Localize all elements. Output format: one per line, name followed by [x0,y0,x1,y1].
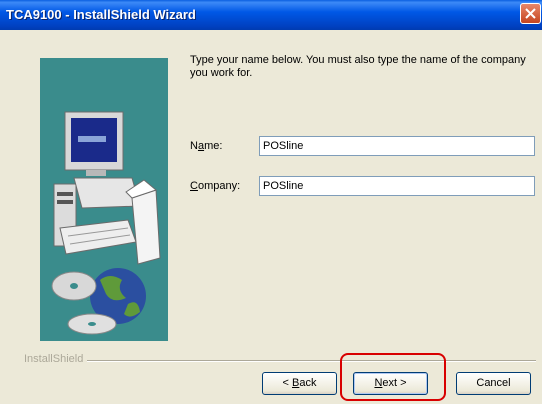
computer-and-globe-illustration [51,111,161,335]
title-bar: TCA9100 - InstallShield Wizard [0,0,542,30]
close-button[interactable] [520,3,541,24]
name-field[interactable] [259,136,535,156]
name-label: Name: [190,140,223,152]
back-button[interactable]: < Back [262,372,337,395]
company-field[interactable] [259,176,535,196]
cancel-button[interactable]: Cancel [456,372,531,395]
instruction-text: Type your name below. You must also type… [190,54,526,79]
company-label: Company: [190,180,241,192]
next-button-highlight [340,353,446,401]
window-title: TCA9100 - InstallShield Wizard [6,7,196,22]
close-icon [525,8,536,19]
wizard-body: Type your name below. You must also type… [0,30,542,404]
footer-separator [24,360,536,362]
installshield-brand: InstallShield [24,353,88,365]
wizard-illustration [40,58,168,341]
